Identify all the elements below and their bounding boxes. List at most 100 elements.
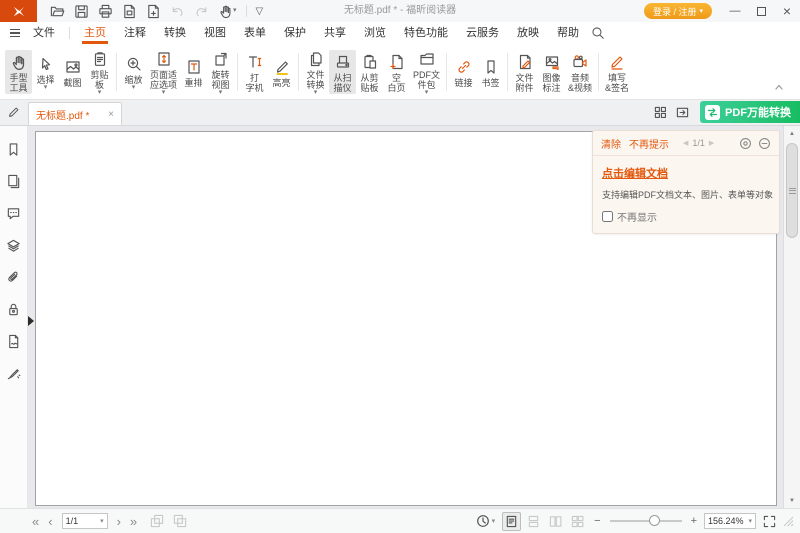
dont-remind-button[interactable]: 不再提示	[629, 136, 669, 151]
ribbon-rotate-view-button[interactable]: 旋转 视图 ▾	[207, 47, 234, 97]
sidebar-layers-button[interactable]	[6, 238, 21, 253]
zoom-in-button[interactable]: +	[691, 515, 697, 527]
next-view-button[interactable]	[173, 514, 187, 528]
collapse-circle-icon[interactable]	[758, 137, 771, 150]
tab-close-button[interactable]: ×	[108, 109, 114, 120]
window-resize-grip[interactable]	[783, 516, 794, 527]
ribbon-file-attachment-button[interactable]: 文件 附件	[511, 50, 538, 94]
previous-page-button[interactable]: ‹	[48, 515, 52, 528]
menu-tab-protect[interactable]: 保护	[275, 22, 315, 44]
menu-file[interactable]: 文件	[24, 22, 64, 44]
ribbon-link-button[interactable]: 链接	[450, 55, 477, 89]
print-button[interactable]	[98, 4, 113, 19]
vertical-scrollbar[interactable]: ▲ ▼	[783, 126, 800, 508]
pdf-convert-button[interactable]: PDF万能转换	[700, 101, 800, 123]
menu-tab-features[interactable]: 特色功能	[395, 22, 457, 44]
ribbon-reflow-button[interactable]: 重排	[180, 55, 207, 89]
menu-tab-convert[interactable]: 转换	[155, 22, 195, 44]
previous-view-button[interactable]	[150, 514, 164, 528]
scrollbar-track[interactable]	[784, 141, 800, 493]
ribbon-collapse-button[interactable]	[774, 78, 784, 96]
sidebar-expand-handle[interactable]	[28, 316, 34, 326]
ribbon-pdf-portfolio-button[interactable]: PDF文 件包 ▾	[410, 47, 443, 97]
ribbon-snapshot-button[interactable]: 截图	[59, 55, 86, 89]
menu-tab-form[interactable]: 表单	[235, 22, 275, 44]
menu-tab-share[interactable]: 共享	[315, 22, 355, 44]
sidebar-comments-button[interactable]	[6, 206, 21, 221]
menu-tab-present[interactable]: 放映	[508, 22, 548, 44]
pager-next-icon[interactable]: ▶	[709, 139, 714, 147]
pager-prev-icon[interactable]: ◀	[683, 139, 688, 147]
scrollbar-thumb[interactable]	[786, 143, 798, 238]
dont-show-checkbox[interactable]	[602, 211, 613, 222]
ribbon-highlight-button[interactable]: 高亮	[268, 55, 295, 89]
facing-continuous-view-button[interactable]	[568, 512, 587, 531]
ribbon-image-annotation-button[interactable]: 图像 标注	[538, 50, 565, 94]
scroll-down-button[interactable]: ▼	[784, 493, 800, 508]
page-number-input[interactable]: 1/1 ▾	[62, 513, 108, 529]
undo-button[interactable]	[170, 4, 185, 19]
ribbon-select-button[interactable]: 选择 ▾	[32, 52, 59, 92]
ribbon-blank-page-button[interactable]: 空 白页	[383, 50, 410, 94]
menu-tab-comment[interactable]: 注释	[115, 22, 155, 44]
single-page-view-button[interactable]	[502, 512, 521, 531]
customize-toolbar-button[interactable]: ▽	[256, 6, 264, 17]
next-page-button[interactable]: ›	[117, 515, 121, 528]
zoom-out-button[interactable]: −	[594, 515, 600, 527]
sidebar-pages-button[interactable]	[6, 174, 21, 189]
redo-button[interactable]	[194, 4, 209, 19]
scroll-up-button[interactable]: ▲	[784, 126, 800, 141]
ribbon-fit-page-button[interactable]: 页面适 应选项 ▾	[147, 47, 180, 97]
ribbon-file-convert-button[interactable]: 文件 转换 ▾	[302, 47, 329, 97]
save-button[interactable]	[74, 4, 89, 19]
document-tab[interactable]: 无标题.pdf * ×	[28, 102, 122, 125]
save-as-button[interactable]	[122, 4, 137, 19]
maximize-icon	[757, 7, 766, 16]
ribbon-fill-sign-button[interactable]: 填写 &签名	[602, 50, 632, 94]
sidebar-attachments-button[interactable]	[6, 270, 21, 285]
ribbon-typewriter-button[interactable]: 打 字机	[241, 50, 268, 94]
search-button[interactable]	[591, 26, 605, 40]
quick-edit-button[interactable]	[0, 99, 28, 125]
ribbon-audio-video-button[interactable]: 音频 &视频	[565, 50, 595, 94]
edit-document-link[interactable]: 点击编辑文档	[602, 165, 668, 181]
menu-tab-home[interactable]: 主页	[75, 22, 115, 44]
add-page-button[interactable]	[146, 4, 161, 19]
fullscreen-button[interactable]	[763, 515, 776, 528]
minimize-button[interactable]: —	[722, 0, 748, 22]
menu-tab-browse[interactable]: 浏览	[355, 22, 395, 44]
paperclip-icon	[6, 270, 21, 285]
sidebar-sign-button[interactable]	[6, 366, 21, 381]
close-button[interactable]: ×	[774, 0, 800, 22]
tab-list-button[interactable]	[676, 106, 689, 119]
ribbon-clipboard-button[interactable]: 剪贴 板 ▾	[86, 47, 113, 97]
open-button[interactable]	[50, 4, 65, 19]
menu-tab-view[interactable]: 视图	[195, 22, 235, 44]
facing-view-button[interactable]	[546, 512, 565, 531]
continuous-view-button[interactable]	[524, 512, 543, 531]
clear-button[interactable]: 清除	[601, 136, 621, 151]
sidebar-bookmarks-button[interactable]	[6, 142, 21, 157]
first-page-button[interactable]: «	[32, 515, 39, 528]
zoom-slider-thumb[interactable]	[649, 515, 660, 526]
ribbon-bookmark-button[interactable]: 书签	[477, 55, 504, 89]
hand-select-button[interactable]: ▾	[218, 4, 237, 19]
login-register-button[interactable]: 登录 / 注册 ▾	[644, 3, 712, 19]
menu-tab-help[interactable]: 帮助	[548, 22, 588, 44]
zoom-level-input[interactable]: 156.24% ▾	[704, 513, 756, 529]
caret-down-icon: ▾	[314, 90, 318, 96]
ribbon-from-scanner-button[interactable]: 从扫 描仪	[329, 50, 356, 94]
ribbon-zoom-button[interactable]: 缩放 ▾	[120, 52, 147, 92]
multi-tab-view-button[interactable]	[654, 106, 667, 119]
last-page-button[interactable]: »	[130, 515, 137, 528]
page-display-options-button[interactable]: ▾	[476, 514, 496, 528]
document-canvas[interactable]: 清除 不再提示 ◀ 1/1 ▶ 点击编辑文档 支持编辑PDF文档文本、图片、表单…	[28, 126, 783, 508]
sidebar-signatures-button[interactable]	[6, 334, 21, 349]
zoom-slider[interactable]	[610, 520, 682, 522]
settings-circle-icon[interactable]	[739, 137, 752, 150]
maximize-button[interactable]	[748, 0, 774, 22]
sidebar-security-button[interactable]	[6, 302, 21, 317]
menu-tab-cloud[interactable]: 云服务	[457, 22, 508, 44]
ribbon-hand-tool-button[interactable]: 手型 工具	[5, 50, 32, 94]
ribbon-from-clipboard-button[interactable]: 从剪 贴板	[356, 50, 383, 94]
